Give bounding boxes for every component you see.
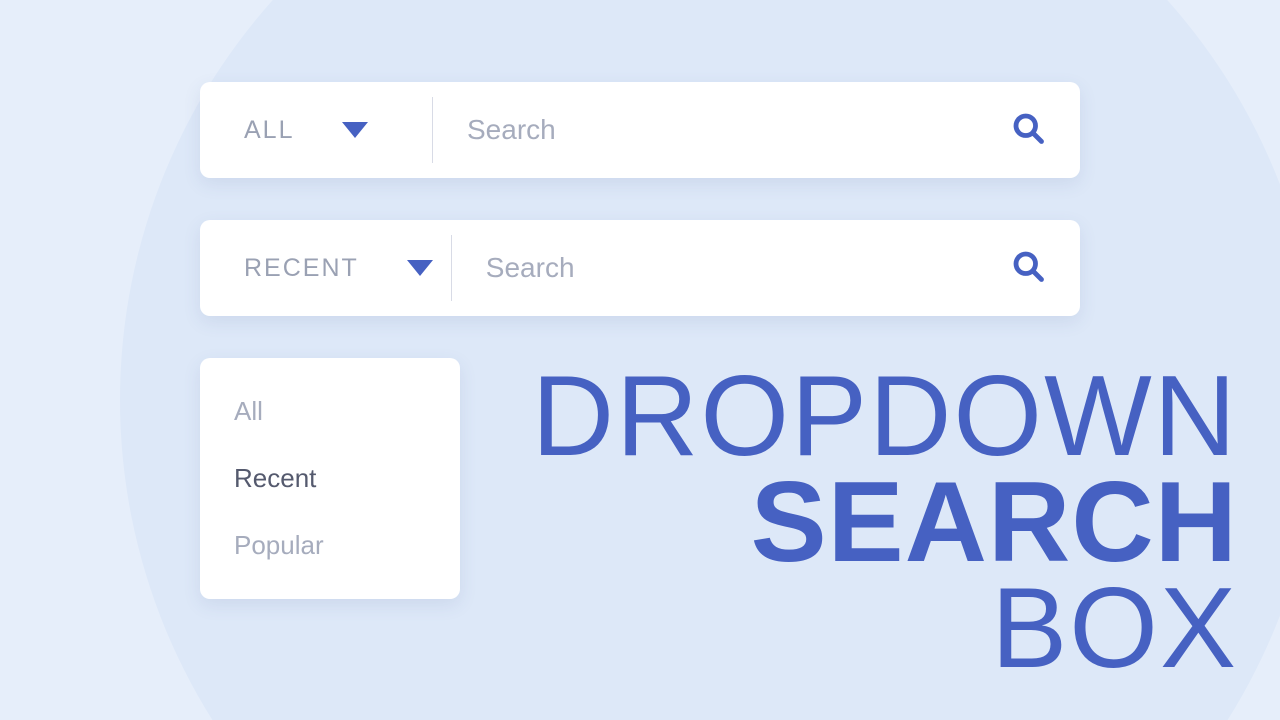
search-button-2[interactable] bbox=[1010, 248, 1046, 289]
search-box-2: RECENT bbox=[200, 220, 1080, 316]
dropdown-label-1: ALL bbox=[244, 116, 294, 145]
dropdown-label-2: RECENT bbox=[244, 254, 359, 283]
dropdown-menu: All Recent Popular bbox=[200, 358, 460, 599]
search-button-1[interactable] bbox=[1010, 110, 1046, 151]
search-input-1[interactable] bbox=[467, 114, 1010, 146]
headline-line-1: DROPDOWN bbox=[532, 364, 1238, 470]
search-icon bbox=[1010, 248, 1046, 289]
dropdown-trigger-2[interactable]: RECENT bbox=[244, 254, 433, 283]
caret-down-icon bbox=[342, 122, 368, 138]
headline-line-2: SEARCH bbox=[532, 470, 1238, 576]
search-icon bbox=[1010, 110, 1046, 151]
dropdown-trigger-1[interactable]: ALL bbox=[244, 116, 414, 145]
search-input-wrap-2 bbox=[486, 252, 1010, 284]
search-box-1: ALL bbox=[200, 82, 1080, 178]
dropdown-option-recent[interactable]: Recent bbox=[200, 445, 460, 512]
divider bbox=[451, 235, 452, 301]
headline: DROPDOWN SEARCH BOX bbox=[532, 364, 1238, 682]
dropdown-option-all[interactable]: All bbox=[200, 378, 460, 445]
dropdown-option-popular[interactable]: Popular bbox=[200, 512, 460, 579]
divider bbox=[432, 97, 433, 163]
search-input-wrap-1 bbox=[467, 114, 1010, 146]
search-input-2[interactable] bbox=[486, 252, 1010, 284]
headline-line-3: BOX bbox=[532, 576, 1238, 682]
caret-down-icon bbox=[407, 260, 433, 276]
